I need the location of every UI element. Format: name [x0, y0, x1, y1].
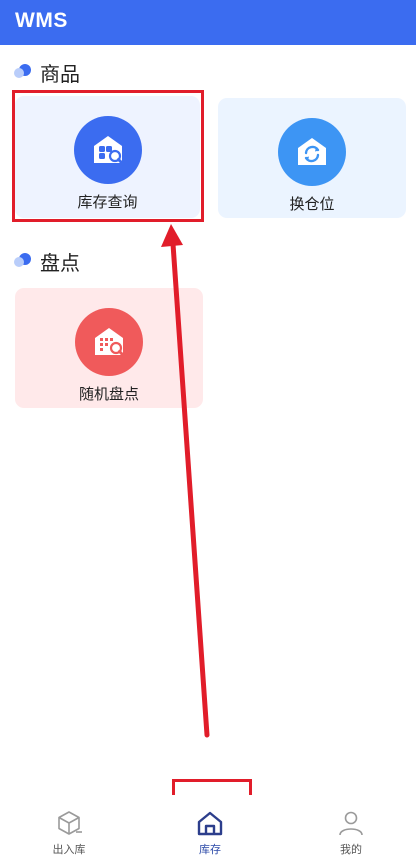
warehouse-search-icon	[93, 136, 124, 166]
box-icon	[58, 811, 82, 835]
home-icon	[197, 811, 223, 836]
transfer-location-icon-circle	[278, 118, 346, 186]
random-stocktake-icon-circle	[75, 308, 143, 376]
transfer-location-card[interactable]: 换仓位	[218, 98, 406, 218]
transfer-location-label: 换仓位	[289, 195, 335, 213]
bottom-tab-bar: 出入库 库存 我的	[0, 795, 416, 867]
random-stocktake-label: 随机盘点	[78, 385, 139, 403]
app-bar: WMS	[0, 0, 416, 45]
tab-label-profile: 我的	[340, 843, 362, 856]
section-bullet-icon	[14, 64, 31, 78]
user-icon	[339, 811, 363, 836]
section-bullet-icon	[14, 253, 31, 267]
random-stocktake-card[interactable]: 随机盘点	[15, 288, 203, 408]
section-title-stocktake: 盘点	[40, 251, 80, 275]
inventory-query-card[interactable]: 库存查询	[15, 96, 200, 218]
tab-label-inventory: 库存	[199, 843, 221, 856]
inventory-query-icon-circle	[73, 116, 142, 184]
building-search-icon	[95, 328, 126, 358]
section-title-goods: 商品	[40, 62, 80, 86]
inventory-query-label: 库存查询	[77, 193, 138, 211]
tab-profile[interactable]: 我的	[282, 795, 416, 867]
tab-label-inbound-outbound: 出入库	[52, 843, 86, 856]
warehouse-refresh-icon	[298, 138, 326, 165]
tab-inventory[interactable]: 库存	[141, 795, 279, 867]
tab-inbound-outbound[interactable]: 出入库	[0, 795, 138, 867]
app-title: WMS	[15, 9, 68, 32]
